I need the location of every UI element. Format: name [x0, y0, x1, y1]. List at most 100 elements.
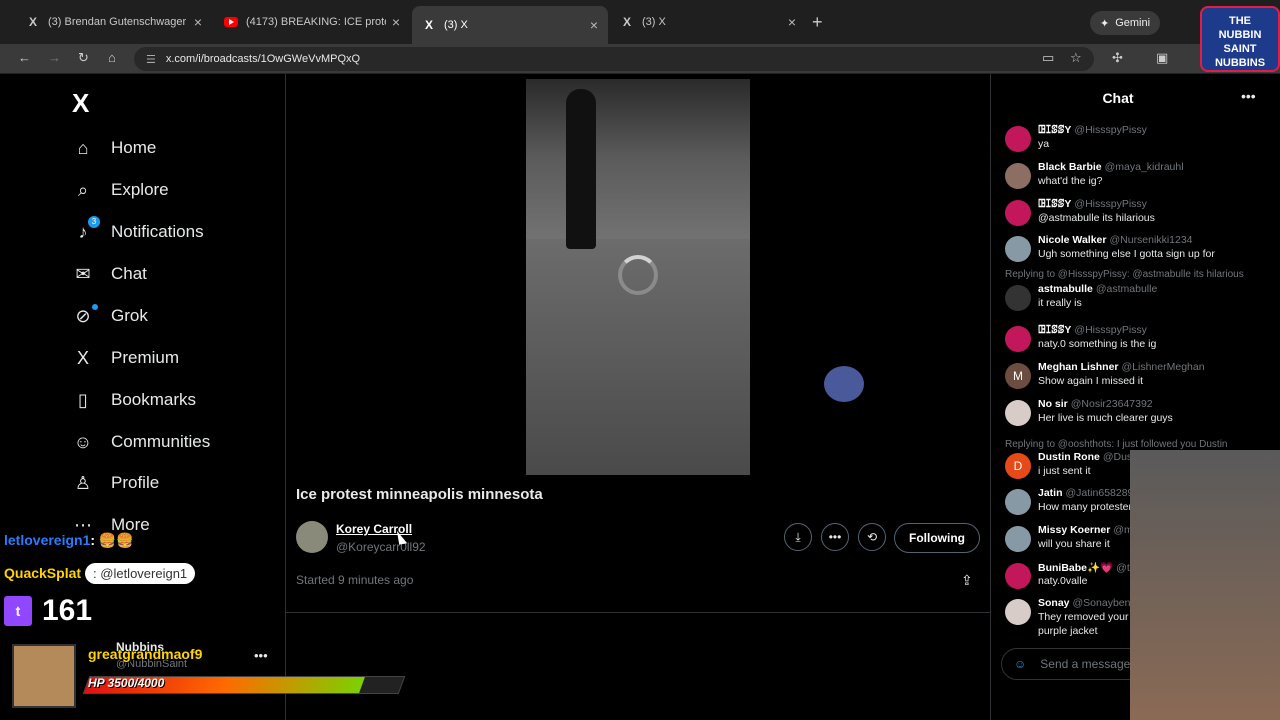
- chat-message[interactable]: astmabulle @astmabulle it really is: [1005, 283, 1275, 319]
- back-icon[interactable]: ←: [18, 50, 31, 65]
- bookmark-icon: ▯: [78, 389, 88, 410]
- chat-text: @astmabulle its hilarious: [1038, 212, 1155, 224]
- extensions-icon[interactable]: ✣: [1112, 50, 1123, 66]
- chat-text: will you share it: [1038, 538, 1110, 550]
- nav-bookmarks[interactable]: ▯ Bookmarks: [72, 385, 196, 415]
- reload-icon[interactable]: ↻: [78, 50, 89, 66]
- chat-message[interactable]: Black Barbie @maya_kidrauhl what'd the ig?: [1005, 161, 1275, 197]
- chat-author-handle: @astmabulle: [1095, 283, 1158, 295]
- chat-avatar[interactable]: [1005, 563, 1031, 589]
- chat-author[interactable]: ꖸꕯꕷꕷY @HissspyPissy: [1038, 124, 1147, 137]
- chat-author-name: No sir: [1038, 398, 1068, 410]
- chat-avatar[interactable]: [1005, 599, 1031, 625]
- nav-notifications[interactable]: ♪ 3 Notifications: [72, 215, 204, 247]
- close-icon[interactable]: ×: [590, 17, 598, 33]
- sidepanel-icon[interactable]: ▣: [1156, 50, 1168, 66]
- chat-author-name: ꖸꕯꕷꕷY: [1038, 198, 1072, 210]
- overlay-chat-bubble: : @letlovereign1: [85, 562, 196, 584]
- chat-author[interactable]: Nicole Walker @Nursenikki1234: [1038, 234, 1193, 246]
- twitch-viewer-count: t 161: [4, 594, 92, 628]
- chat-author-name: Sonay: [1038, 597, 1070, 609]
- chat-author[interactable]: Meghan Lishner @LishnerMeghan: [1038, 361, 1205, 373]
- nav-home[interactable]: ⌂ Home: [72, 133, 157, 163]
- chat-avatar[interactable]: [1005, 285, 1031, 311]
- chat-avatar[interactable]: [1005, 400, 1031, 426]
- chat-avatar[interactable]: [1005, 326, 1031, 352]
- nav-label: Profile: [111, 473, 160, 492]
- chat-avatar[interactable]: [1005, 200, 1031, 226]
- chat-author[interactable]: Black Barbie @maya_kidrauhl: [1038, 161, 1184, 173]
- browser-tab-active[interactable]: X (3) X ×: [412, 6, 608, 44]
- chat-author[interactable]: ꖸꕯꕷꕷY @HissspyPissy: [1038, 324, 1147, 337]
- chat-message[interactable]: ꖸꕯꕷꕷY @HissspyPissy naty.0 something is th…: [1005, 324, 1275, 360]
- broadcast-main: Ice protest minneapolis minnesota Korey …: [286, 74, 990, 720]
- chat-message[interactable]: M Meghan Lishner @LishnerMeghan Show again …: [1005, 361, 1275, 397]
- browser-tab[interactable]: (4173) BREAKING: ICE protester ×: [214, 8, 410, 36]
- chat-text: naty.0valle: [1038, 575, 1088, 587]
- video-player[interactable]: [526, 79, 750, 475]
- following-button[interactable]: Following: [894, 523, 980, 553]
- host-handle: @Koreycarr0ll92: [336, 540, 426, 554]
- chat-text: naty.0 something is the ig: [1038, 338, 1157, 350]
- chat-author-handle: @HissspyPissy: [1074, 324, 1147, 336]
- overlay-chat-line: QuackSplat : @letlovereign1: [4, 560, 196, 586]
- more-icon[interactable]: •••: [1241, 88, 1256, 104]
- close-icon[interactable]: ×: [392, 14, 400, 30]
- browser-tab[interactable]: X (3) Brendan Gutenschwager (@ ×: [16, 8, 212, 36]
- app-root: X (3) Brendan Gutenschwager (@ × (4173) …: [0, 0, 1280, 720]
- gemini-button[interactable]: ✦ Gemini: [1090, 11, 1161, 35]
- started-time: Started 9 minutes ago: [296, 573, 414, 587]
- chat-message[interactable]: ꖸꕯꕷꕷY @HissspyPissy ya: [1005, 124, 1275, 160]
- close-icon[interactable]: ×: [788, 14, 796, 30]
- chat-author-handle: @HissspyPissy: [1074, 198, 1147, 210]
- forward-icon[interactable]: →: [48, 50, 61, 65]
- chat-author[interactable]: ꖸꕯꕷꕷY @HissspyPissy: [1038, 198, 1147, 211]
- chat-avatar[interactable]: [1005, 526, 1031, 552]
- new-tab-icon[interactable]: +: [812, 12, 823, 33]
- chat-avatar[interactable]: [1005, 489, 1031, 515]
- install-icon[interactable]: ▭: [1042, 50, 1054, 66]
- tab-title: (3) X: [642, 16, 666, 28]
- home-icon: ⌂: [77, 137, 89, 158]
- close-icon[interactable]: ×: [194, 14, 202, 30]
- home-icon[interactable]: ⌂: [108, 50, 116, 65]
- chat-avatar[interactable]: M: [1005, 363, 1031, 389]
- repost-button[interactable]: ⟲: [858, 523, 886, 551]
- chat-text: i just sent it: [1038, 465, 1091, 477]
- chat-author[interactable]: astmabulle @astmabulle: [1038, 283, 1157, 295]
- minimize-button[interactable]: ⤓: [784, 523, 812, 551]
- chat-avatar[interactable]: [1005, 126, 1031, 152]
- chat-avatar[interactable]: D: [1005, 453, 1031, 479]
- search-icon: ⌕: [77, 179, 89, 200]
- chat-message[interactable]: No sir @Nosir23647392 Her live is much cle…: [1005, 398, 1275, 434]
- chat-author[interactable]: No sir @Nosir23647392: [1038, 398, 1153, 410]
- content-divider: [286, 612, 990, 613]
- x-logo-icon[interactable]: X: [72, 88, 89, 119]
- nav-communities[interactable]: ☺ Communities: [72, 427, 210, 457]
- nav-chat[interactable]: ✉ Chat: [72, 259, 147, 289]
- site-info-icon[interactable]: ☰: [146, 53, 156, 66]
- chat-text: Show again I missed it: [1038, 375, 1144, 387]
- host-avatar[interactable]: [296, 521, 328, 553]
- nav-label: Chat: [111, 264, 147, 283]
- share-icon[interactable]: ⇪: [961, 572, 973, 589]
- nav-premium[interactable]: X Premium: [72, 343, 179, 373]
- chat-text: Ugh something else I gotta sign up for: [1038, 248, 1215, 260]
- chat-avatar[interactable]: [1005, 163, 1031, 189]
- star-icon[interactable]: ☆: [1070, 50, 1082, 66]
- nav-profile[interactable]: ♙ Profile: [72, 468, 159, 498]
- nav-grok[interactable]: ⊘ Grok: [72, 301, 148, 331]
- notification-badge: 3: [88, 215, 100, 228]
- chat-avatar[interactable]: [1005, 236, 1031, 262]
- account-more-icon[interactable]: •••: [254, 648, 268, 663]
- emoji-icon[interactable]: ☺: [1014, 657, 1026, 671]
- chat-author-name: Missy Koerner: [1038, 524, 1111, 536]
- chat-message[interactable]: ꖸꕯꕷꕷY @HissspyPissy @astmabulle its hilari…: [1005, 198, 1275, 234]
- chat-author-name: astmabulle: [1038, 283, 1093, 295]
- nav-explore[interactable]: ⌕ Explore: [72, 175, 169, 205]
- browser-tab[interactable]: X (3) X ×: [610, 8, 806, 36]
- chat-message[interactable]: Nicole Walker @Nursenikki1234 Ugh somethin…: [1005, 234, 1275, 270]
- address-bar[interactable]: ☰ x.com/i/broadcasts/1OwGWeVvMPQxQ: [134, 47, 1094, 71]
- more-options-button[interactable]: •••: [821, 523, 849, 551]
- floating-emoji-icon: [824, 366, 864, 402]
